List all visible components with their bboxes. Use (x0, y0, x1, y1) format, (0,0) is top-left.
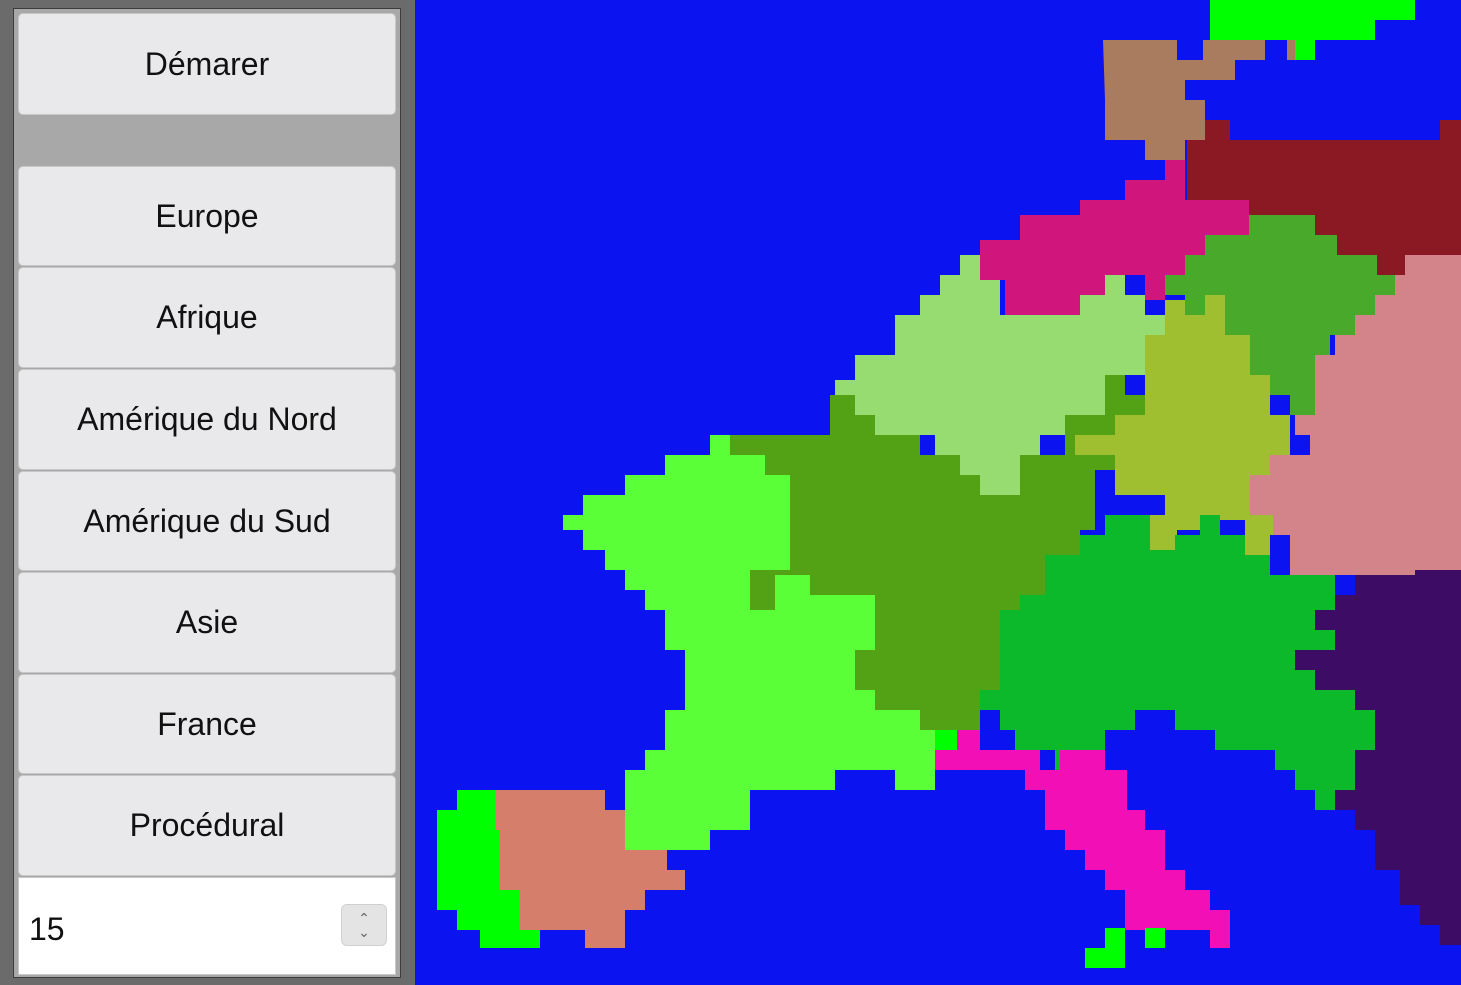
region-islet-a[interactable] (1105, 928, 1125, 950)
region-islet-c[interactable] (935, 730, 957, 750)
region-sicily[interactable] (1085, 948, 1125, 968)
spinbox-arrows[interactable]: ⌃ ⌄ (341, 904, 387, 946)
spinbox-value-input[interactable] (27, 910, 331, 949)
map-button-asia[interactable]: Asie (18, 572, 396, 673)
start-button[interactable]: Démarer (18, 13, 396, 115)
chevron-up-icon[interactable]: ⌃ (358, 911, 370, 925)
region-islet-b[interactable] (1145, 928, 1165, 948)
map-button-south-america[interactable]: Amérique du Sud (18, 471, 396, 571)
player-count-spinbox[interactable]: ⌃ ⌄ (18, 877, 396, 975)
map-button-france[interactable]: France (18, 674, 396, 774)
map-button-procedural[interactable]: Procédural (18, 775, 396, 876)
europe-map[interactable] (415, 0, 1461, 985)
map-button-africa[interactable]: Afrique (18, 267, 396, 368)
map-button-europe[interactable]: Europe (18, 166, 396, 266)
panel-separator (18, 115, 396, 165)
map-button-north-america[interactable]: Amérique du Nord (18, 369, 396, 470)
control-panel: Démarer Europe Afrique Amérique du Nord … (13, 8, 401, 978)
chevron-down-icon[interactable]: ⌄ (358, 925, 370, 939)
